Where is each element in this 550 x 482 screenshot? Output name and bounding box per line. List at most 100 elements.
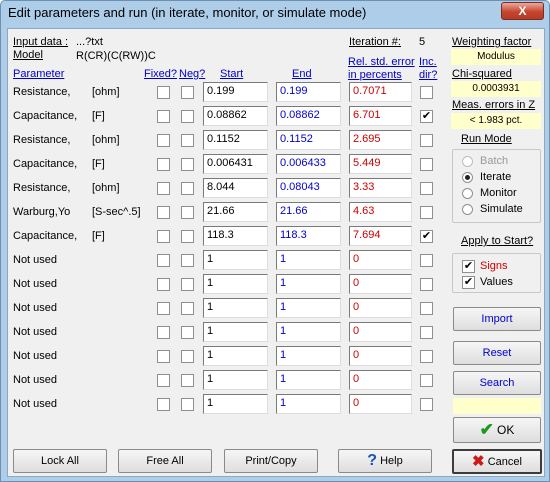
fixed-checkbox[interactable] [157,374,170,387]
end-input[interactable]: 1 [276,394,341,414]
neg-checkbox[interactable] [181,110,194,123]
free-all-button[interactable]: Free All [118,449,212,473]
fixed-checkbox[interactable] [157,182,170,195]
neg-checkbox[interactable] [181,230,194,243]
param-name: Capacitance, [13,110,78,122]
fixed-checkbox[interactable] [157,254,170,267]
import-button[interactable]: Import [453,307,541,331]
neg-checkbox[interactable] [181,86,194,99]
signs-checkbox[interactable]: ✔ [462,260,475,273]
cancel-button[interactable]: ✖ Cancel [452,449,542,474]
inc-dir-checkbox[interactable] [420,326,433,339]
end-input[interactable]: 0.1152 [276,130,341,150]
start-input[interactable]: 0.199 [203,82,268,102]
end-input[interactable]: 0.006433 [276,154,341,174]
end-input[interactable]: 1 [276,274,341,294]
neg-checkbox[interactable] [181,326,194,339]
start-input[interactable]: 118.3 [203,226,268,246]
neg-checkbox[interactable] [181,206,194,219]
neg-checkbox[interactable] [181,350,194,363]
lock-all-button[interactable]: Lock All [13,449,107,473]
run-mode-radio[interactable] [462,204,473,215]
inc-dir-checkbox[interactable] [420,158,433,171]
neg-checkbox[interactable] [181,374,194,387]
end-input[interactable]: 0.08862 [276,106,341,126]
fixed-checkbox[interactable] [157,134,170,147]
inc-dir-checkbox[interactable] [420,350,433,363]
run-mode-option-label: Monitor [480,187,517,199]
neg-checkbox[interactable] [181,398,194,411]
end-input[interactable]: 0.08043 [276,178,341,198]
reset-button[interactable]: Reset [453,341,541,365]
inc-dir-checkbox[interactable] [420,278,433,291]
fixed-checkbox[interactable] [157,326,170,339]
fixed-checkbox[interactable] [157,278,170,291]
start-input[interactable]: 8.044 [203,178,268,198]
inc-dir-checkbox[interactable]: ✔ [420,230,433,243]
fixed-checkbox[interactable] [157,302,170,315]
fixed-checkbox[interactable] [157,158,170,171]
end-input[interactable]: 0.199 [276,82,341,102]
start-input[interactable]: 1 [203,370,268,390]
inc-dir-checkbox[interactable] [420,182,433,195]
col-inc-line1: Inc. [419,56,437,68]
inc-dir-checkbox[interactable] [420,134,433,147]
inc-dir-checkbox[interactable] [420,302,433,315]
fixed-checkbox[interactable] [157,350,170,363]
inc-dir-checkbox[interactable] [420,398,433,411]
weighting-value[interactable]: Modulus [451,49,541,65]
start-input[interactable]: 1 [203,274,268,294]
param-unit: [F] [92,110,105,122]
run-mode-radio[interactable] [462,172,473,183]
param-name: Resistance, [13,86,71,98]
start-input[interactable]: 1 [203,394,268,414]
fixed-checkbox[interactable] [157,230,170,243]
start-input[interactable]: 1 [203,322,268,342]
end-input[interactable]: 1 [276,346,341,366]
chi-squared-label: Chi-squared [452,68,512,80]
end-input[interactable]: 118.3 [276,226,341,246]
start-input[interactable]: 21.66 [203,202,268,222]
start-input[interactable]: 1 [203,346,268,366]
end-input[interactable]: 1 [276,250,341,270]
close-button[interactable]: X [501,2,544,20]
title-bar[interactable]: Edit parameters and run (in iterate, mon… [1,1,549,27]
inc-dir-checkbox[interactable] [420,86,433,99]
inc-dir-checkbox[interactable] [420,206,433,219]
start-input[interactable]: 0.08862 [203,106,268,126]
col-start: Start [220,68,244,80]
neg-checkbox[interactable] [181,254,194,267]
neg-checkbox[interactable] [181,302,194,315]
start-input[interactable]: 0.006431 [203,154,268,174]
neg-checkbox[interactable] [181,182,194,195]
print-copy-button[interactable]: Print/Copy [224,449,318,473]
end-input[interactable]: 1 [276,298,341,318]
run-mode-radio[interactable] [462,188,473,199]
end-input[interactable]: 1 [276,370,341,390]
fixed-checkbox[interactable] [157,86,170,99]
param-name: Not used [13,254,58,266]
start-input[interactable]: 1 [203,250,268,270]
model-label: Model [13,49,43,61]
inc-dir-checkbox[interactable]: ✔ [420,110,433,123]
fixed-checkbox[interactable] [157,398,170,411]
fixed-checkbox[interactable] [157,206,170,219]
neg-checkbox[interactable] [181,158,194,171]
end-input[interactable]: 21.66 [276,202,341,222]
values-checkbox[interactable]: ✔ [462,276,475,289]
iteration-value: 5 [419,36,426,48]
ok-button[interactable]: ✔ OK [453,417,541,443]
rel-err-value: 6.701 [349,106,412,126]
help-button[interactable]: ? Help [338,449,432,473]
end-input[interactable]: 1 [276,322,341,342]
search-button[interactable]: Search [453,371,541,395]
fixed-checkbox[interactable] [157,110,170,123]
inc-dir-checkbox[interactable] [420,254,433,267]
start-input[interactable]: 0.1152 [203,130,268,150]
neg-checkbox[interactable] [181,278,194,291]
iteration-label: Iteration #: [349,36,401,48]
neg-checkbox[interactable] [181,134,194,147]
inc-dir-checkbox[interactable] [420,374,433,387]
search-status [453,398,541,414]
start-input[interactable]: 1 [203,298,268,318]
